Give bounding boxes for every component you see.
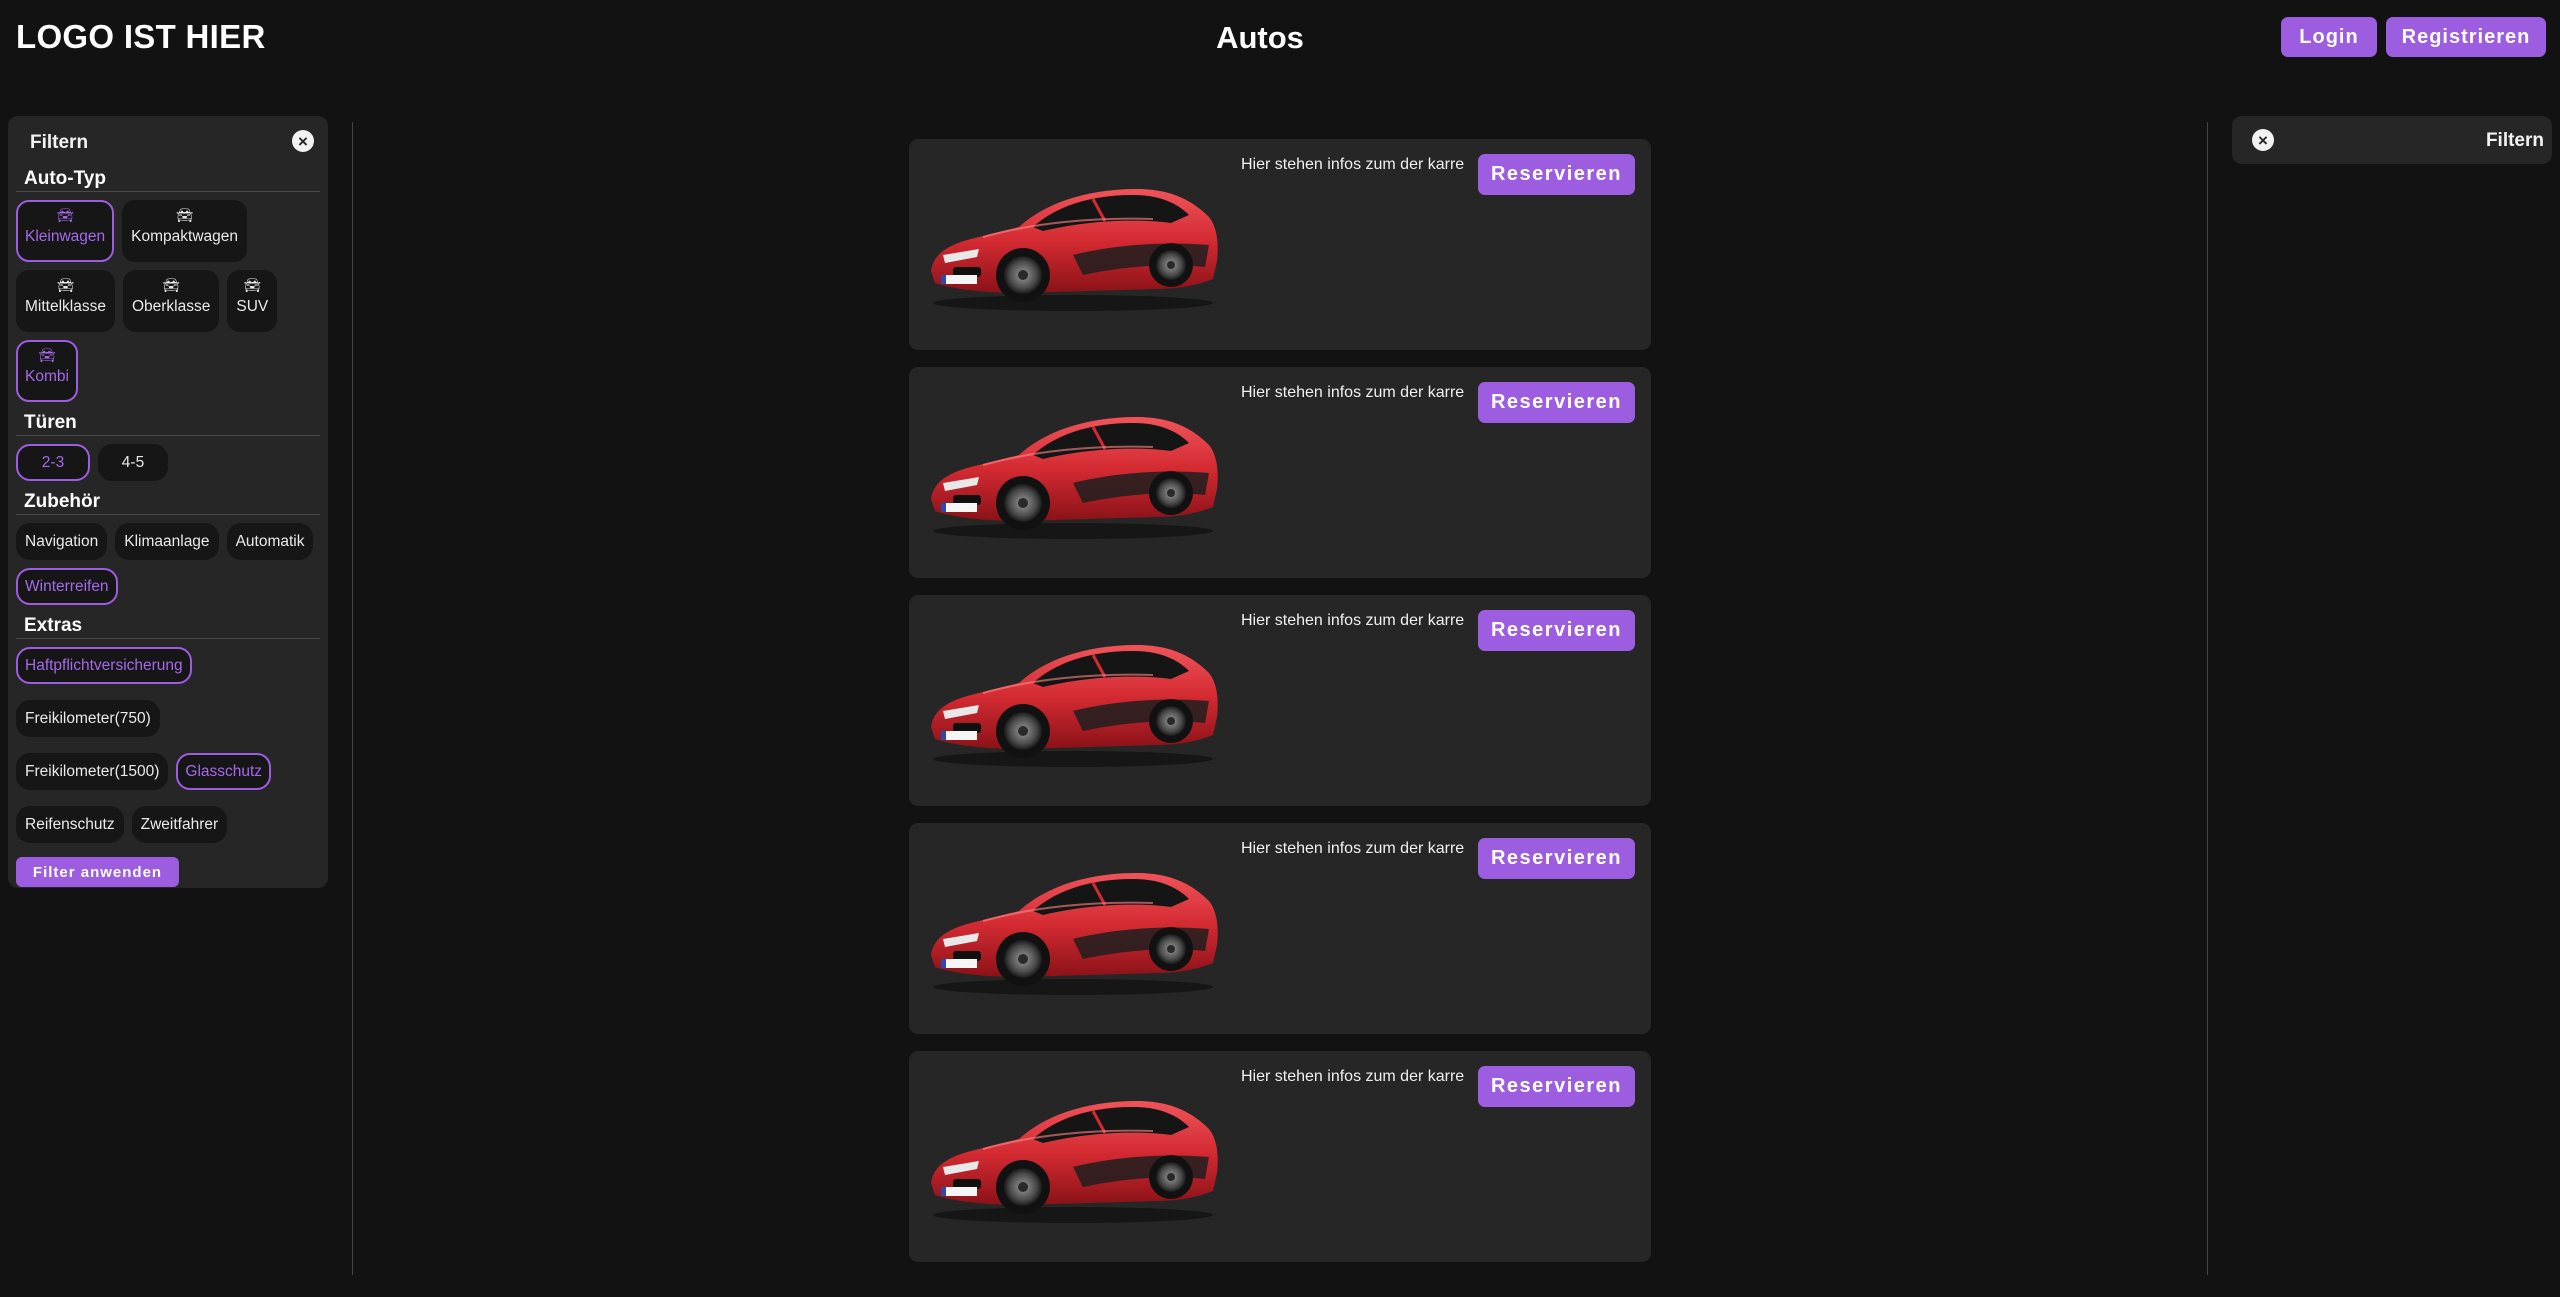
section-title-zubehoer: Zubehör xyxy=(16,491,320,515)
filter-panel-title: Filtern xyxy=(30,132,89,153)
car-icon: 🚘︎ xyxy=(175,207,194,223)
filter-collapsed-title: Filtern xyxy=(2485,130,2544,151)
car-card: Hier stehen infos zum der karre Reservie… xyxy=(909,139,1651,350)
car-info: Hier stehen infos zum der karre xyxy=(1241,840,1465,857)
close-icon[interactable]: × xyxy=(292,130,314,152)
filter-panel-header: Filtern × xyxy=(16,116,320,168)
register-button[interactable]: Registrieren xyxy=(2386,17,2546,57)
car-card: Hier stehen infos zum der karre Reservie… xyxy=(909,823,1651,1034)
page-title: Autos xyxy=(1216,20,1304,55)
chip-freikilometer-750[interactable]: Freikilometer(750) xyxy=(16,700,160,737)
chip-label: Kleinwagen xyxy=(25,228,106,245)
chip-label: Kombi xyxy=(25,368,69,385)
filter-panel: Filtern × Auto-Typ 🚘︎ Kleinwagen 🚘︎ Komp… xyxy=(8,116,328,888)
filter-collapsed-panel[interactable]: × Filtern xyxy=(2232,116,2552,164)
car-info: Hier stehen infos zum der karre xyxy=(1241,1068,1465,1085)
section-title-extras: Extras xyxy=(16,615,320,639)
car-listings: Hier stehen infos zum der karre Reservie… xyxy=(909,139,1651,1279)
chip-kompaktwagen[interactable]: 🚘︎ Kompaktwagen xyxy=(122,200,247,262)
login-button[interactable]: Login xyxy=(2281,17,2377,57)
car-card: Hier stehen infos zum der karre Reservie… xyxy=(909,1051,1651,1262)
car-image xyxy=(923,175,1223,315)
chip-label: Oberklasse xyxy=(131,298,211,315)
chip-label: Mittelklasse xyxy=(25,298,106,315)
chip-glasschutz[interactable]: Glasschutz xyxy=(176,753,272,790)
auto-typ-options: 🚘︎ Kleinwagen 🚘︎ Kompaktwagen 🚘︎ Mittelk… xyxy=(16,200,320,402)
car-info: Hier stehen infos zum der karre xyxy=(1241,384,1465,401)
reserve-button[interactable]: Reservieren xyxy=(1478,382,1635,423)
car-icon: 🚘︎ xyxy=(38,347,56,363)
chip-kleinwagen[interactable]: 🚘︎ Kleinwagen xyxy=(16,200,115,262)
chip-freikilometer-1500[interactable]: Freikilometer(1500) xyxy=(16,753,169,790)
car-image xyxy=(923,403,1223,543)
car-image xyxy=(923,859,1223,999)
chip-suv[interactable]: 🚘︎ SUV xyxy=(227,270,278,332)
reserve-button[interactable]: Reservieren xyxy=(1478,838,1635,879)
logo[interactable]: LOGO IST HIER xyxy=(16,18,266,56)
chip-kombi[interactable]: 🚘︎ Kombi xyxy=(16,340,78,402)
car-icon: 🚘︎ xyxy=(243,277,262,293)
tueren-options: 2-3 4-5 xyxy=(16,444,320,481)
chip-oberklasse[interactable]: 🚘︎ Oberklasse xyxy=(122,270,220,332)
reserve-button[interactable]: Reservieren xyxy=(1478,1066,1635,1107)
chip-zweitfahrer[interactable]: Zweitfahrer xyxy=(131,806,228,843)
car-info: Hier stehen infos zum der karre xyxy=(1241,156,1465,173)
section-title-auto-typ: Auto-Typ xyxy=(16,168,320,192)
car-icon: 🚘︎ xyxy=(162,277,181,293)
car-icon: 🚘︎ xyxy=(56,277,75,293)
car-image xyxy=(923,631,1223,771)
chip-winterreifen[interactable]: Winterreifen xyxy=(16,568,118,605)
left-divider xyxy=(352,122,353,1275)
car-image xyxy=(923,1087,1223,1227)
zubehoer-options: Navigation Klimaanlage Automatik Winterr… xyxy=(16,523,320,605)
chip-klimaanlage[interactable]: Klimaanlage xyxy=(115,523,219,560)
chip-navigation[interactable]: Navigation xyxy=(16,523,108,560)
section-title-tueren: Türen xyxy=(16,412,320,436)
car-info: Hier stehen infos zum der karre xyxy=(1241,612,1465,629)
chip-mittelklasse[interactable]: 🚘︎ Mittelklasse xyxy=(16,270,115,332)
car-card: Hier stehen infos zum der karre Reservie… xyxy=(909,595,1651,806)
chip-automatik[interactable]: Automatik xyxy=(226,523,314,560)
chip-label: Kompaktwagen xyxy=(131,228,238,245)
car-icon: 🚘︎ xyxy=(56,207,74,223)
chip-tueren-2-3[interactable]: 2-3 xyxy=(16,444,90,481)
chip-haftpflichtversicherung[interactable]: Haftpflichtversicherung xyxy=(16,647,192,684)
reserve-button[interactable]: Reservieren xyxy=(1478,610,1635,651)
car-card: Hier stehen infos zum der karre Reservie… xyxy=(909,367,1651,578)
header-actions: Login Registrieren xyxy=(2281,17,2546,57)
right-divider xyxy=(2207,122,2208,1275)
reserve-button[interactable]: Reservieren xyxy=(1478,154,1635,195)
chip-tueren-4-5[interactable]: 4-5 xyxy=(98,444,168,481)
apply-filter-button[interactable]: Filter anwenden xyxy=(16,857,179,887)
chip-label: SUV xyxy=(236,298,269,315)
extras-options: Haftpflichtversicherung Freikilometer(75… xyxy=(16,647,316,843)
chip-reifenschutz[interactable]: Reifenschutz xyxy=(16,806,124,843)
close-icon[interactable]: × xyxy=(2252,129,2274,151)
